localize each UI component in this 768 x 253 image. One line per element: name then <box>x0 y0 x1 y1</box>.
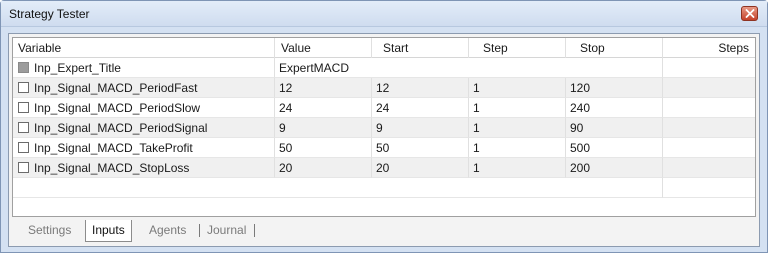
value-cell[interactable]: 24 <box>275 98 372 118</box>
steps-cell <box>663 158 755 178</box>
value-cell[interactable]: 20 <box>275 158 372 178</box>
optimize-checkbox[interactable] <box>18 122 29 133</box>
steps-cell <box>663 98 755 118</box>
table-row[interactable]: Inp_Signal_MACD_PeriodSlow 24 24 1 240 <box>13 98 755 118</box>
value-cell[interactable]: 12 <box>275 78 372 98</box>
tab-settings[interactable]: Settings <box>28 220 71 242</box>
steps-cell <box>663 58 755 78</box>
variable-cell: Inp_Signal_MACD_TakeProfit <box>13 138 275 158</box>
tab-journal[interactable]: Journal <box>207 220 246 242</box>
strategy-tester-window: Strategy Tester Variable Value Start Ste… <box>0 0 768 253</box>
close-button[interactable] <box>741 6 758 21</box>
start-cell[interactable]: 20 <box>372 158 469 178</box>
step-cell[interactable]: 1 <box>469 158 566 178</box>
value-cell[interactable]: 9 <box>275 118 372 138</box>
tab-separator <box>199 224 200 237</box>
start-cell[interactable]: 9 <box>372 118 469 138</box>
variable-cell: Inp_Signal_MACD_PeriodSignal <box>13 118 275 138</box>
tab-separator <box>254 224 255 237</box>
tab-agents[interactable]: Agents <box>149 220 186 242</box>
steps-cell <box>663 118 755 138</box>
tab-inputs[interactable]: Inputs <box>85 220 132 242</box>
variable-name: Inp_Signal_MACD_StopLoss <box>34 161 190 175</box>
column-header-step[interactable]: Step <box>469 38 566 58</box>
value-cell[interactable]: 50 <box>275 138 372 158</box>
table-row[interactable]: Inp_Signal_MACD_TakeProfit 50 50 1 500 <box>13 138 755 158</box>
tester-panel: Variable Value Start Step Stop Steps Inp… <box>8 33 760 247</box>
window-title: Strategy Tester <box>9 7 90 21</box>
stop-cell[interactable]: 240 <box>566 98 663 118</box>
variable-name: Inp_Signal_MACD_PeriodSignal <box>34 121 208 135</box>
empty-cell <box>13 178 663 198</box>
stop-cell[interactable]: 500 <box>566 138 663 158</box>
title-bar[interactable]: Strategy Tester <box>1 1 767 27</box>
empty-row <box>13 198 755 216</box>
column-header-start[interactable]: Start <box>372 38 469 58</box>
step-cell[interactable]: 1 <box>469 98 566 118</box>
column-header-steps[interactable]: Steps <box>663 38 755 58</box>
start-cell[interactable]: 50 <box>372 138 469 158</box>
variable-name: Inp_Signal_MACD_TakeProfit <box>34 141 193 155</box>
column-header-variable[interactable]: Variable <box>13 38 275 58</box>
column-header-value[interactable]: Value <box>275 38 372 58</box>
variable-cell: Inp_Signal_MACD_PeriodSlow <box>13 98 275 118</box>
step-cell[interactable]: 1 <box>469 138 566 158</box>
variable-name: Inp_Signal_MACD_PeriodSlow <box>34 101 201 115</box>
table-row[interactable]: Inp_Signal_MACD_PeriodFast 12 12 1 120 <box>13 78 755 98</box>
steps-cell <box>663 138 755 158</box>
optimize-checkbox[interactable] <box>18 82 29 93</box>
optimize-checkbox[interactable] <box>18 142 29 153</box>
table-row[interactable]: Inp_Expert_Title ExpertMACD <box>13 58 755 78</box>
close-icon <box>745 9 755 18</box>
optimize-checkbox <box>18 62 29 73</box>
stop-cell[interactable]: 90 <box>566 118 663 138</box>
table-row[interactable]: Inp_Signal_MACD_StopLoss 20 20 1 200 <box>13 158 755 178</box>
empty-row <box>13 178 755 198</box>
stop-cell[interactable]: 120 <box>566 78 663 98</box>
inputs-table: Variable Value Start Step Stop Steps Inp… <box>12 37 756 217</box>
optimize-checkbox[interactable] <box>18 162 29 173</box>
variable-cell: Inp_Signal_MACD_StopLoss <box>13 158 275 178</box>
variable-cell: Inp_Signal_MACD_PeriodFast <box>13 78 275 98</box>
column-header-stop[interactable]: Stop <box>566 38 663 58</box>
start-cell[interactable]: 12 <box>372 78 469 98</box>
stop-cell[interactable]: 200 <box>566 158 663 178</box>
variable-cell: Inp_Expert_Title <box>13 58 275 78</box>
step-cell[interactable]: 1 <box>469 78 566 98</box>
step-cell[interactable]: 1 <box>469 118 566 138</box>
variable-name: Inp_Expert_Title <box>34 61 121 75</box>
optimize-checkbox[interactable] <box>18 102 29 113</box>
table-row[interactable]: Inp_Signal_MACD_PeriodSignal 9 9 1 90 <box>13 118 755 138</box>
empty-cell <box>663 178 755 198</box>
steps-cell <box>663 78 755 98</box>
start-cell[interactable]: 24 <box>372 98 469 118</box>
value-cell[interactable]: ExpertMACD <box>275 58 663 78</box>
tab-bar: Settings Inputs Agents Journal <box>12 220 756 244</box>
variable-name: Inp_Signal_MACD_PeriodFast <box>34 81 198 95</box>
table-header: Variable Value Start Step Stop Steps <box>13 38 755 58</box>
